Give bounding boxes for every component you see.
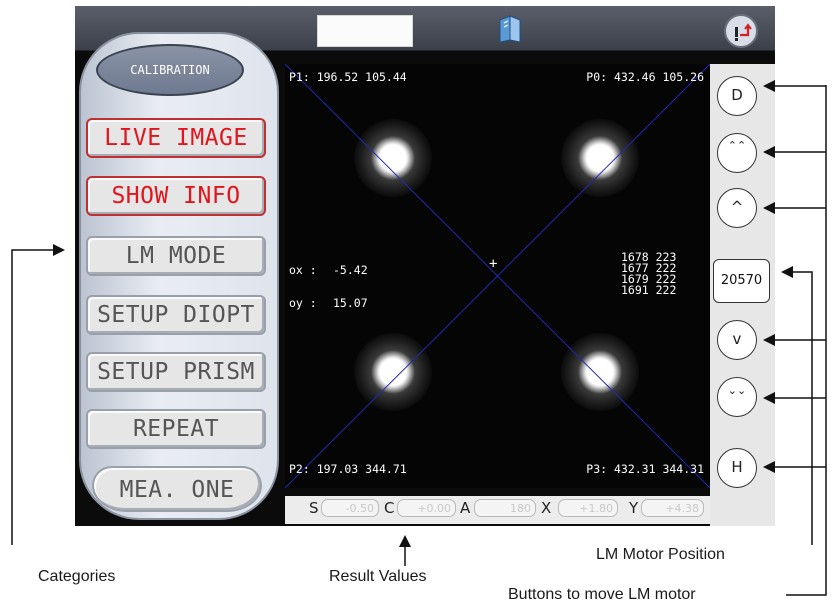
annotation-arrows	[11, 80, 827, 596]
annotation-lm-motor-position: LM Motor Position	[596, 546, 725, 563]
annotation-categories: Categories	[38, 568, 116, 585]
annotation-result-values: Result Values	[329, 568, 427, 585]
annotation-buttons-move: Buttons to move LM motor	[508, 586, 696, 603]
